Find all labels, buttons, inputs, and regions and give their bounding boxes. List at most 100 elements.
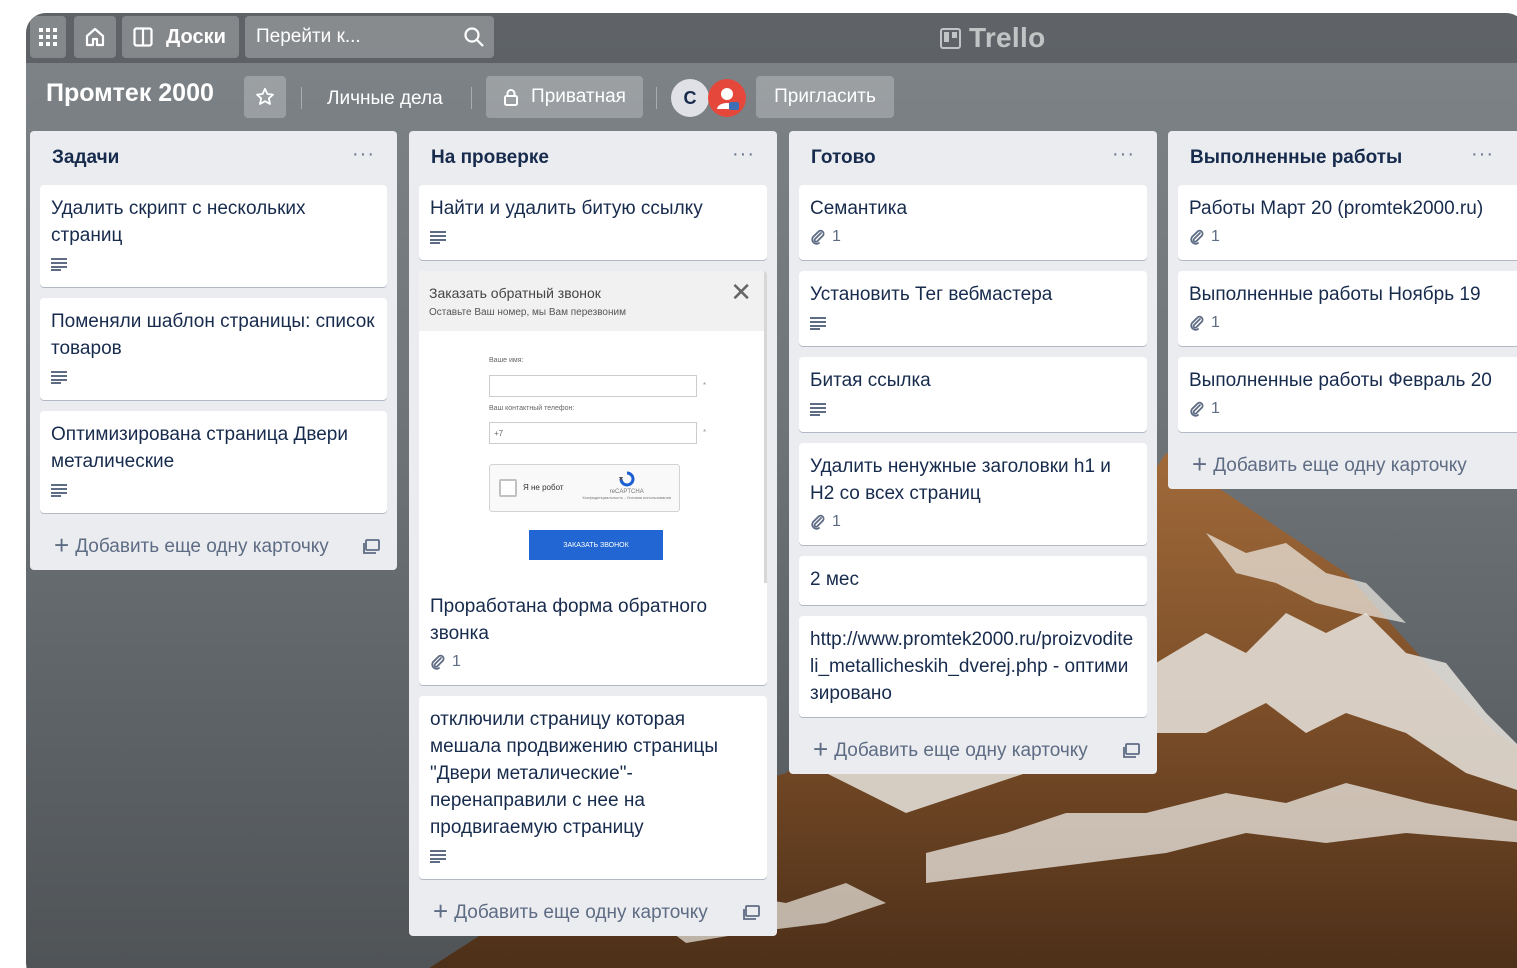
- list-header[interactable]: Готово ···: [799, 131, 1147, 185]
- card[interactable]: Найти и удалить битую ссылку: [419, 185, 767, 260]
- trello-logo[interactable]: Trello: [940, 22, 1046, 53]
- card-title: http://www.promtek2000.ru/proizvoditeli_…: [810, 629, 1134, 704]
- visibility-label: Приватная: [531, 86, 626, 107]
- card-template-icon[interactable]: [363, 539, 381, 555]
- list-menu-button[interactable]: ···: [732, 144, 755, 167]
- card-badges: 1: [810, 222, 1136, 252]
- phone-field-label: Ваш контактный телефон:: [489, 405, 575, 412]
- member-avatar-photo[interactable]: [708, 79, 746, 117]
- card[interactable]: Оптимизирована страница Двери металическ…: [40, 411, 387, 513]
- paperclip-icon: [1190, 401, 1204, 417]
- card-title: 2 мес: [810, 569, 859, 590]
- card[interactable]: 2 мес: [799, 556, 1147, 605]
- home-icon: [85, 27, 105, 47]
- boards-button[interactable]: Доски: [122, 16, 239, 58]
- close-icon: ✕: [730, 277, 752, 307]
- add-card-button[interactable]: + Добавить еще одну карточку: [1178, 443, 1517, 489]
- list-title: Задачи: [52, 147, 120, 168]
- name-field-label: Ваше имя:: [489, 357, 524, 364]
- card[interactable]: Семантика 1: [799, 185, 1147, 260]
- card[interactable]: Выполненные работы Февраль 20 1: [1178, 357, 1517, 432]
- member-avatar[interactable]: С: [671, 79, 709, 117]
- list-menu-button[interactable]: ···: [352, 144, 375, 167]
- grid-icon: [39, 28, 57, 46]
- list-done: Готово ··· Семантика 1 Установить Тег ве…: [789, 131, 1157, 774]
- card-badges: [810, 394, 1136, 424]
- card[interactable]: Поменяли шаблон страницы: список товаров: [40, 298, 387, 400]
- card-title: Найти и удалить битую ссылку: [430, 198, 703, 219]
- card[interactable]: отключили страницу которая мешала продви…: [419, 696, 767, 879]
- attachment-count: 1: [1211, 314, 1220, 331]
- board-title[interactable]: Промтек 2000: [46, 79, 214, 108]
- add-card-button[interactable]: + Добавить еще одну карточку: [40, 524, 387, 570]
- captcha-brand: reCAPTCHA Конфиденциальность - Условия и…: [582, 471, 671, 500]
- card-title: Проработана форма обратного звонка: [430, 596, 708, 644]
- card-badges: [51, 362, 376, 392]
- card[interactable]: Выполненные работы Ноябрь 19 1: [1178, 271, 1517, 346]
- search-placeholder: Перейти к...: [256, 26, 361, 47]
- card[interactable]: Удалить ненужные заголовки h1 и Н2 со вс…: [799, 443, 1147, 545]
- home-button[interactable]: [74, 16, 116, 58]
- card[interactable]: Битая ссылка: [799, 357, 1147, 432]
- add-card-button[interactable]: + Добавить еще одну карточку: [419, 890, 767, 936]
- list-menu-button[interactable]: ···: [1112, 144, 1135, 167]
- add-card-button[interactable]: + Добавить еще одну карточку: [799, 728, 1147, 774]
- card-badges: 1: [430, 647, 756, 677]
- list-title: Готово: [811, 147, 876, 168]
- add-card-label: Добавить еще одну карточку: [1213, 455, 1467, 476]
- captcha-terms: Конфиденциальность - Условия использован…: [582, 495, 671, 500]
- list-header[interactable]: Выполненные работы ···: [1178, 131, 1517, 185]
- card-badges: 1: [1189, 394, 1515, 424]
- visibility-button[interactable]: Приватная: [486, 76, 643, 118]
- description-icon: [51, 258, 67, 271]
- attachment-count: 1: [1211, 228, 1220, 245]
- apps-menu-button[interactable]: [30, 16, 66, 58]
- attachment-badge: 1: [810, 513, 841, 531]
- lock-icon: [504, 89, 519, 106]
- card-title: Работы Март 20 (promtek2000.ru): [1189, 198, 1484, 219]
- search-icon: [454, 27, 494, 47]
- callback-submit-button: ЗАКАЗАТЬ ЗВОНОК: [529, 530, 663, 560]
- invite-button[interactable]: Пригласить: [756, 76, 894, 118]
- search-field[interactable]: Перейти к...: [245, 16, 494, 58]
- card-title: Поменяли шаблон страницы: список товаров: [51, 311, 375, 359]
- recaptcha-widget: Я не робот reCAPTCHA Конфиденциальность …: [489, 464, 680, 512]
- list-header[interactable]: Задачи ···: [40, 131, 387, 185]
- attachment-count: 1: [452, 653, 461, 670]
- attachment-badge: 1: [1189, 228, 1220, 246]
- card-with-cover[interactable]: Заказать обратный звонок Оставьте Ваш но…: [419, 271, 767, 685]
- card-badges: [51, 249, 376, 279]
- paperclip-icon: [431, 654, 445, 670]
- card-title: Семантика: [810, 198, 908, 219]
- plus-icon: +: [813, 734, 829, 764]
- card-template-icon[interactable]: [743, 905, 761, 921]
- header-divider: [471, 87, 472, 109]
- list-menu-button[interactable]: ···: [1471, 144, 1494, 167]
- list-title: На проверке: [431, 147, 549, 168]
- card[interactable]: http://www.promtek2000.ru/proizvoditeli_…: [799, 616, 1147, 717]
- trello-logo-icon: [940, 27, 961, 49]
- required-mark: *: [703, 428, 707, 437]
- top-bar: Доски Перейти к... Trello: [26, 13, 1517, 63]
- card-badges: [51, 475, 376, 505]
- plus-icon: +: [54, 530, 70, 560]
- card[interactable]: Установить Тег вебмастера: [799, 271, 1147, 346]
- trello-window: Доски Перейти к... Trello Промтек 2000 Л…: [26, 13, 1517, 968]
- paperclip-icon: [1190, 229, 1204, 245]
- name-field: [489, 375, 697, 397]
- card-title: Выполненные работы Февраль 20: [1189, 370, 1492, 391]
- attachment-count: 1: [832, 228, 841, 245]
- card-template-icon[interactable]: [1123, 743, 1141, 759]
- star-board-button[interactable]: [244, 76, 286, 118]
- card[interactable]: Работы Март 20 (promtek2000.ru) 1: [1178, 185, 1517, 260]
- add-card-label: Добавить еще одну карточку: [75, 536, 329, 557]
- attachment-badge: 1: [430, 653, 461, 671]
- attachment-badge: 1: [1189, 400, 1220, 418]
- card[interactable]: Удалить скрипт с нескольких страниц: [40, 185, 387, 287]
- card-title: отключили страницу которая мешала продви…: [430, 709, 719, 838]
- list-tasks: Задачи ··· Удалить скрипт с нескольких с…: [30, 131, 397, 570]
- list-header[interactable]: На проверке ···: [419, 131, 767, 185]
- captcha-label: Я не робот: [523, 483, 564, 492]
- team-button[interactable]: Личные дела: [327, 88, 443, 110]
- list-completed-work: Выполненные работы ··· Работы Март 20 (p…: [1168, 131, 1517, 489]
